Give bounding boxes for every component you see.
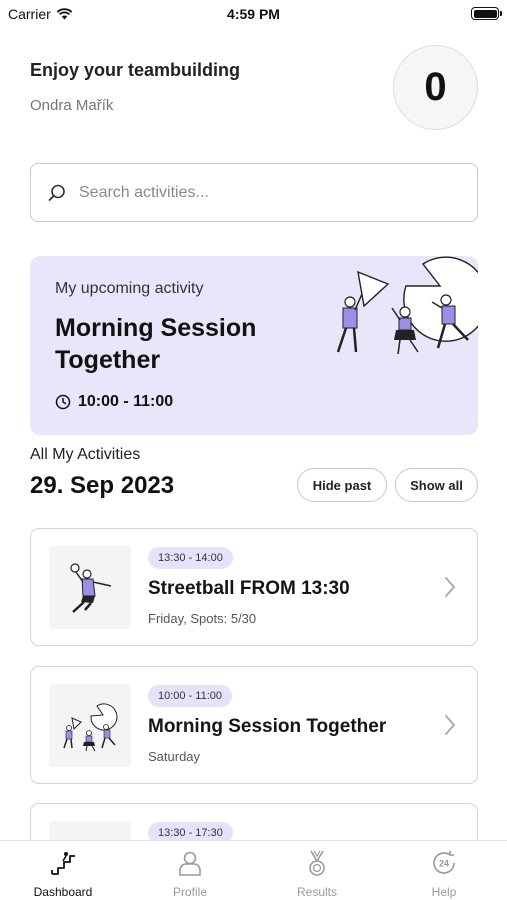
chevron-right-icon bbox=[445, 715, 455, 735]
upcoming-title: Morning Session Together bbox=[55, 314, 257, 374]
all-activities-label: All My Activities bbox=[30, 446, 141, 463]
stairs-icon bbox=[51, 852, 75, 875]
medal-icon bbox=[309, 850, 325, 876]
tab-results[interactable]: Results bbox=[254, 841, 380, 900]
user-name: Ondra Mařík bbox=[30, 97, 114, 114]
greeting-title: Enjoy your teambuilding bbox=[30, 60, 241, 80]
team-puzzle-illustration bbox=[63, 703, 118, 752]
upcoming-activity-card[interactable]: My upcoming activity Morning Session Tog… bbox=[30, 256, 478, 435]
team-puzzle-illustration bbox=[336, 256, 478, 355]
activities-date: 29. Sep 2023 bbox=[30, 472, 175, 499]
clock-icon bbox=[55, 394, 71, 410]
battery-icon bbox=[471, 7, 502, 20]
activity-thumbnail bbox=[49, 684, 131, 767]
tab-label: Profile bbox=[172, 885, 207, 899]
search-input[interactable] bbox=[79, 183, 449, 202]
hide-past-button[interactable]: Hide past bbox=[297, 468, 387, 502]
activity-card[interactable]: 13:30 - 14:00 Streetball FROM 13:30 Frid… bbox=[30, 528, 478, 646]
tab-profile[interactable]: Profile bbox=[127, 841, 253, 900]
status-bar: Carrier 4:59 PM bbox=[0, 0, 507, 28]
chevron-right-icon bbox=[445, 577, 455, 597]
basketball-player-illustration bbox=[70, 563, 112, 613]
search-icon bbox=[48, 184, 65, 201]
clock: 4:59 PM bbox=[227, 6, 280, 22]
activity-card[interactable]: 10:00 - 11:00 Morning Session Together S… bbox=[30, 666, 478, 784]
search-bar[interactable] bbox=[30, 163, 478, 222]
upcoming-label: My upcoming activity bbox=[55, 280, 204, 297]
user-icon bbox=[179, 851, 201, 876]
activity-title: Morning Session Together bbox=[148, 716, 387, 737]
support-24-icon: 24 bbox=[433, 851, 455, 874]
activity-title: Streetball FROM 13:30 bbox=[148, 578, 350, 599]
activity-subtitle: Saturday bbox=[148, 749, 201, 764]
upcoming-time-row: 10:00 - 11:00 bbox=[55, 393, 173, 411]
tab-label: Results bbox=[296, 885, 337, 899]
svg-text:24: 24 bbox=[439, 859, 449, 869]
tab-bar: Dashboard Profile Results 24 Help bbox=[0, 840, 507, 900]
score-badge[interactable]: 0 bbox=[393, 45, 478, 130]
activity-time-badge: 10:00 - 11:00 bbox=[148, 685, 233, 707]
show-all-button[interactable]: Show all bbox=[395, 468, 478, 502]
activity-time-badge: 13:30 - 14:00 bbox=[148, 547, 233, 569]
tab-dashboard[interactable]: Dashboard bbox=[0, 841, 126, 900]
tab-help[interactable]: 24 Help bbox=[381, 841, 507, 900]
activity-subtitle: Friday, Spots: 5/30 bbox=[148, 611, 257, 626]
tab-label: Help bbox=[431, 885, 457, 899]
tab-label: Dashboard bbox=[33, 885, 93, 899]
upcoming-time: 10:00 - 11:00 bbox=[78, 393, 174, 410]
activity-thumbnail bbox=[49, 546, 131, 629]
